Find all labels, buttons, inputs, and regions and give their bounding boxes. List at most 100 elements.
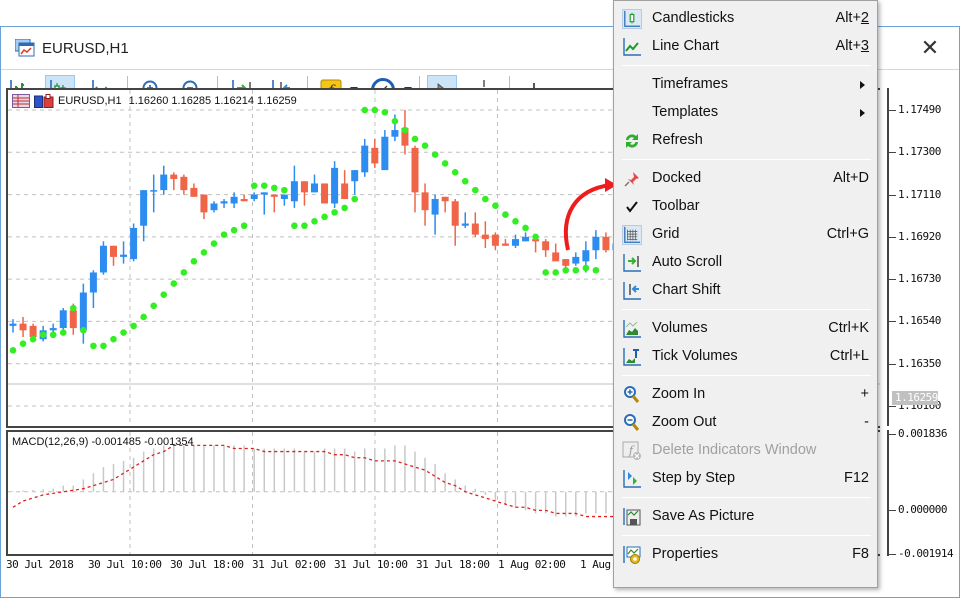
time-tick-label: 31 Jul 10:00 <box>334 558 408 571</box>
parabolic-sar-dot <box>240 222 248 230</box>
parabolic-sar-dot <box>351 195 359 203</box>
candle-body <box>89 272 97 293</box>
menu-properties[interactable]: Properties F8 <box>616 541 875 569</box>
parabolic-sar-dot <box>70 304 77 312</box>
parabolic-sar-dot <box>19 340 27 347</box>
menu-toolbar[interactable]: Toolbar <box>616 193 875 221</box>
candle-body <box>29 325 37 337</box>
parabolic-sar-dot <box>371 106 379 114</box>
menu-templates[interactable]: Templates <box>616 99 875 127</box>
parabolic-sar-dot <box>9 347 17 354</box>
price-axis[interactable]: 1.17490 1.17300 1.17110 1.16920 1.16730 1.165… <box>880 88 958 560</box>
candle-body <box>49 328 57 331</box>
macd-tick-label: 0.000000 <box>898 503 947 516</box>
candle-body <box>341 183 349 200</box>
current-price-tag: 1.16259 <box>892 391 938 405</box>
parabolic-sar-dot <box>562 266 570 274</box>
volumes-icon <box>622 319 642 339</box>
price-axis-line <box>887 88 889 426</box>
parabolic-sar-dot <box>250 182 258 189</box>
parabolic-sar-dot <box>582 264 590 272</box>
submenu-arrow-icon <box>860 81 865 89</box>
close-button[interactable]: ✕ <box>917 35 943 61</box>
menu-grid[interactable]: Grid Ctrl+G <box>616 221 875 249</box>
tick-volumes-icon <box>622 347 642 367</box>
close-icon: ✕ <box>920 35 940 60</box>
candle-body <box>431 199 439 215</box>
menu-volumes[interactable]: Volumes Ctrl+K <box>616 315 875 343</box>
properties-icon <box>622 545 642 565</box>
candle-body <box>501 243 509 246</box>
candle-body <box>9 323 17 326</box>
candle <box>542 239 550 257</box>
candle <box>150 174 158 213</box>
parabolic-sar-dot <box>532 233 539 241</box>
parabolic-sar-dot <box>281 186 288 194</box>
parabolic-sar-dot <box>80 327 87 334</box>
chart-window-icon <box>14 38 35 57</box>
parabolic-sar-dot <box>512 217 519 225</box>
menu-item-shortcut: F8 <box>852 546 869 562</box>
candle <box>491 232 499 251</box>
parabolic-sar-dot <box>411 135 419 143</box>
menu-chart-shift[interactable]: Chart Shift <box>616 277 875 305</box>
chart-table-icon <box>12 94 30 108</box>
menu-step-by-step[interactable]: Step by Step F12 <box>616 465 875 493</box>
parabolic-sar-dot <box>210 240 218 247</box>
parabolic-sar-dot <box>421 142 429 149</box>
parabolic-sar-dot <box>301 222 308 230</box>
time-tick-label: 30 Jul 2018 <box>6 558 74 571</box>
candle-body <box>260 192 268 195</box>
menu-docked[interactable]: Docked Alt+D <box>616 165 875 193</box>
parabolic-sar-dot <box>361 106 369 114</box>
menu-item-label: Properties <box>652 546 719 562</box>
menu-item-label: Tick Volumes <box>652 348 738 364</box>
candle <box>381 130 389 171</box>
candle <box>300 181 308 206</box>
candle-body <box>471 223 479 235</box>
menu-item-label: Save As Picture <box>652 508 755 524</box>
parabolic-sar-dot <box>542 269 549 276</box>
candle-body <box>331 167 339 204</box>
menu-timeframes[interactable]: Timeframes <box>616 71 875 99</box>
candle <box>441 196 449 213</box>
candle-body <box>421 192 429 211</box>
candle <box>110 245 117 266</box>
parabolic-sar-dot <box>331 209 338 216</box>
candle <box>19 316 27 337</box>
menu-zoom-out[interactable]: Zoom Out - <box>616 409 875 437</box>
line-chart-icon <box>622 37 642 57</box>
candle <box>351 170 359 195</box>
candle <box>130 223 138 262</box>
menu-refresh[interactable]: Refresh <box>616 127 875 155</box>
menu-item-label: Auto Scroll <box>652 254 723 270</box>
candle-body <box>391 130 399 137</box>
parabolic-sar-dot <box>29 335 37 343</box>
macd-tick-label: -0.001914 <box>898 547 954 560</box>
menu-save-as-picture[interactable]: Save As Picture <box>616 503 875 531</box>
parabolic-sar-dot <box>170 280 178 287</box>
candle-body <box>572 256 580 264</box>
price-tick-mark <box>888 321 896 323</box>
menu-item-label: Step by Step <box>652 470 736 486</box>
candle-body <box>250 194 258 200</box>
time-tick-label: 31 Jul 18:00 <box>416 558 490 571</box>
menu-zoom-in[interactable]: Zoom In + <box>616 381 875 409</box>
menu-candlesticks[interactable]: Candlesticks Alt+2 <box>616 5 875 33</box>
candle <box>180 174 188 195</box>
candle <box>280 194 288 206</box>
parabolic-sar-dot <box>120 329 127 336</box>
menu-auto-scroll[interactable]: Auto Scroll <box>616 249 875 277</box>
menu-tick-volumes[interactable]: Tick Volumes Ctrl+L <box>616 343 875 371</box>
candle <box>311 174 318 193</box>
chart-header: EURUSD,H1 1.16260 1.16285 1.16214 1.1625… <box>12 94 297 108</box>
chart-symbol: EURUSD,H1 <box>58 95 122 107</box>
menu-item-label: Zoom Out <box>652 414 717 430</box>
macd-tick-label: 0.001836 <box>898 427 947 440</box>
time-tick-label: 1 Aug 02:00 <box>498 558 566 571</box>
candle-body <box>69 310 77 329</box>
menu-line-chart[interactable]: Line Chart Alt+3 <box>616 33 875 61</box>
price-tick-mark <box>888 405 896 407</box>
menu-item-shortcut: Alt+3 <box>835 38 869 54</box>
macd-tick-mark <box>888 554 896 555</box>
